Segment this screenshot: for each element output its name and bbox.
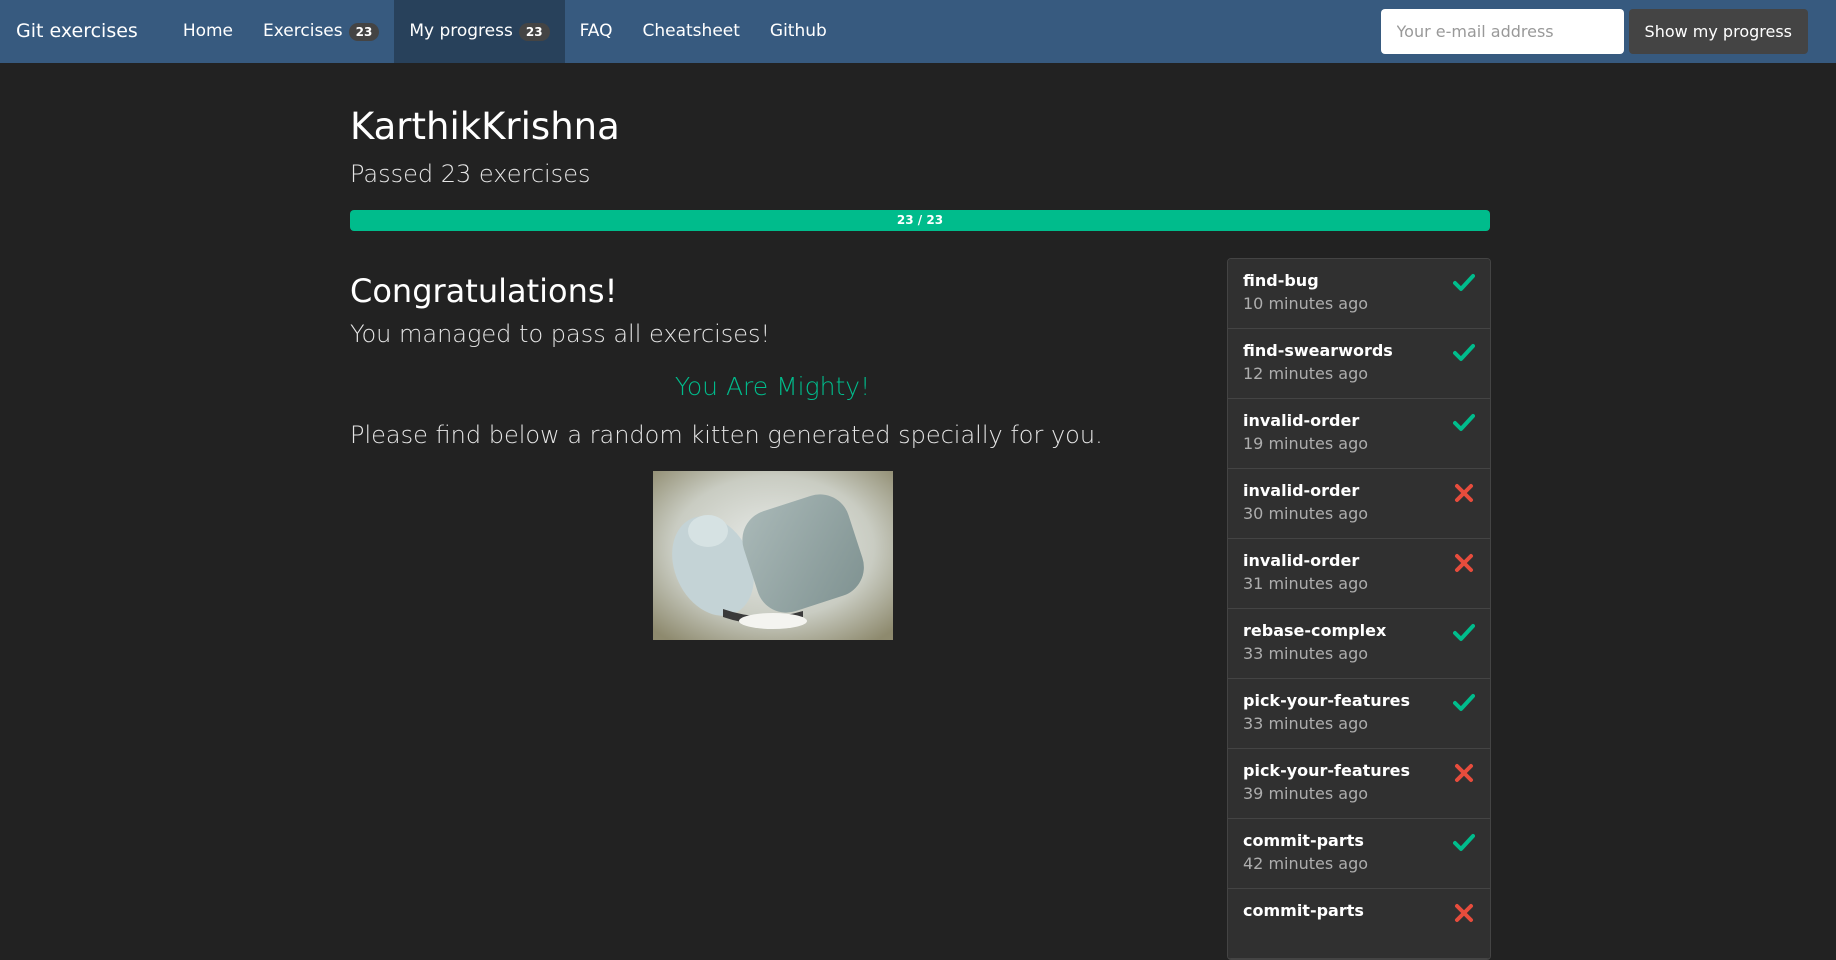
nav-item-faq[interactable]: FAQ [565, 0, 628, 63]
page-title: KarthikKrishna [350, 105, 620, 148]
congrats-heading: Congratulations! [350, 272, 618, 310]
list-item[interactable]: pick-your-features 33 minutes ago [1228, 679, 1490, 749]
email-input[interactable] [1380, 9, 1624, 54]
list-item[interactable]: invalid-order 30 minutes ago [1228, 469, 1490, 539]
list-item[interactable]: commit-parts [1228, 889, 1490, 959]
nav-menu: Home Exercises 23 My progress 23 FAQ Che… [168, 0, 842, 63]
main-content: KarthikKrishna Passed 23 exercises 23 / … [350, 63, 1491, 960]
mighty-text: You Are Mighty! [674, 372, 871, 401]
congrats-panel: Congratulations! You managed to pass all… [350, 252, 1220, 640]
attempt-name: invalid-order [1243, 411, 1360, 430]
list-item[interactable]: find-swearwords 12 minutes ago [1228, 329, 1490, 399]
attempt-name: commit-parts [1243, 831, 1364, 850]
nav-item-label: Github [769, 21, 827, 41]
attempt-name: invalid-order [1243, 551, 1360, 570]
progress-count-badge: 23 [518, 22, 550, 41]
nav-item-my-progress[interactable]: My progress 23 [394, 0, 565, 63]
check-icon [1453, 624, 1475, 641]
nav-item-label: Cheatsheet [642, 21, 740, 41]
attempts-sidebar: find-bug 10 minutes ago find-swearwords … [1227, 258, 1491, 960]
progress-form: Show my progress [1380, 0, 1836, 63]
congrats-message: You managed to pass all exercises! [350, 320, 771, 348]
attempt-time: 42 minutes ago [1243, 854, 1369, 873]
list-item[interactable]: find-bug 10 minutes ago [1228, 259, 1490, 329]
passed-summary: Passed 23 exercises [350, 160, 591, 188]
attempt-name: find-bug [1243, 271, 1319, 290]
check-icon [1453, 344, 1475, 361]
attempt-time: 33 minutes ago [1243, 644, 1369, 663]
attempt-name: commit-parts [1243, 901, 1364, 920]
progress-bar: 23 / 23 [350, 210, 1490, 231]
check-icon [1453, 694, 1475, 711]
list-item[interactable]: commit-parts 42 minutes ago [1228, 819, 1490, 889]
brand-link[interactable]: Git exercises [0, 0, 168, 63]
cross-icon [1455, 554, 1473, 572]
navbar: Git exercises Home Exercises 23 My progr… [0, 0, 1836, 63]
attempt-time: 12 minutes ago [1243, 364, 1369, 383]
attempt-name: pick-your-features [1243, 761, 1410, 780]
attempt-name: invalid-order [1243, 481, 1360, 500]
list-item[interactable]: rebase-complex 33 minutes ago [1228, 609, 1490, 679]
attempt-time: 31 minutes ago [1243, 574, 1369, 593]
nav-item-github[interactable]: Github [755, 0, 842, 63]
nav-item-exercises[interactable]: Exercises 23 [248, 0, 394, 63]
check-icon [1453, 414, 1475, 431]
kitten-image [653, 471, 893, 640]
list-item[interactable]: invalid-order 31 minutes ago [1228, 539, 1490, 609]
nav-item-label: FAQ [579, 21, 613, 41]
attempt-time: 10 minutes ago [1243, 294, 1369, 313]
progress-track: 23 / 23 [350, 210, 1490, 231]
attempt-name: rebase-complex [1243, 621, 1387, 640]
exercises-count-badge: 23 [348, 22, 380, 41]
show-progress-button[interactable]: Show my progress [1628, 9, 1808, 54]
kitten-text: Please find below a random kitten genera… [350, 421, 1103, 449]
nav-item-label: Exercises [263, 21, 343, 41]
attempt-time: 19 minutes ago [1243, 434, 1369, 453]
check-icon [1453, 834, 1475, 851]
attempt-list: find-bug 10 minutes ago find-swearwords … [1227, 258, 1491, 960]
nav-item-home[interactable]: Home [168, 0, 248, 63]
nav-item-label: Home [182, 21, 234, 41]
list-item[interactable]: pick-your-features 39 minutes ago [1228, 749, 1490, 819]
check-icon [1453, 274, 1475, 291]
cross-icon [1455, 764, 1473, 782]
nav-item-cheatsheet[interactable]: Cheatsheet [628, 0, 755, 63]
attempt-time: 33 minutes ago [1243, 714, 1369, 733]
list-item[interactable]: invalid-order 19 minutes ago [1228, 399, 1490, 469]
attempt-time: 30 minutes ago [1243, 504, 1369, 523]
cross-icon [1455, 484, 1473, 502]
nav-item-label: My progress [409, 21, 513, 41]
attempt-name: pick-your-features [1243, 691, 1410, 710]
attempt-name: find-swearwords [1243, 341, 1393, 360]
attempt-time: 39 minutes ago [1243, 784, 1369, 803]
